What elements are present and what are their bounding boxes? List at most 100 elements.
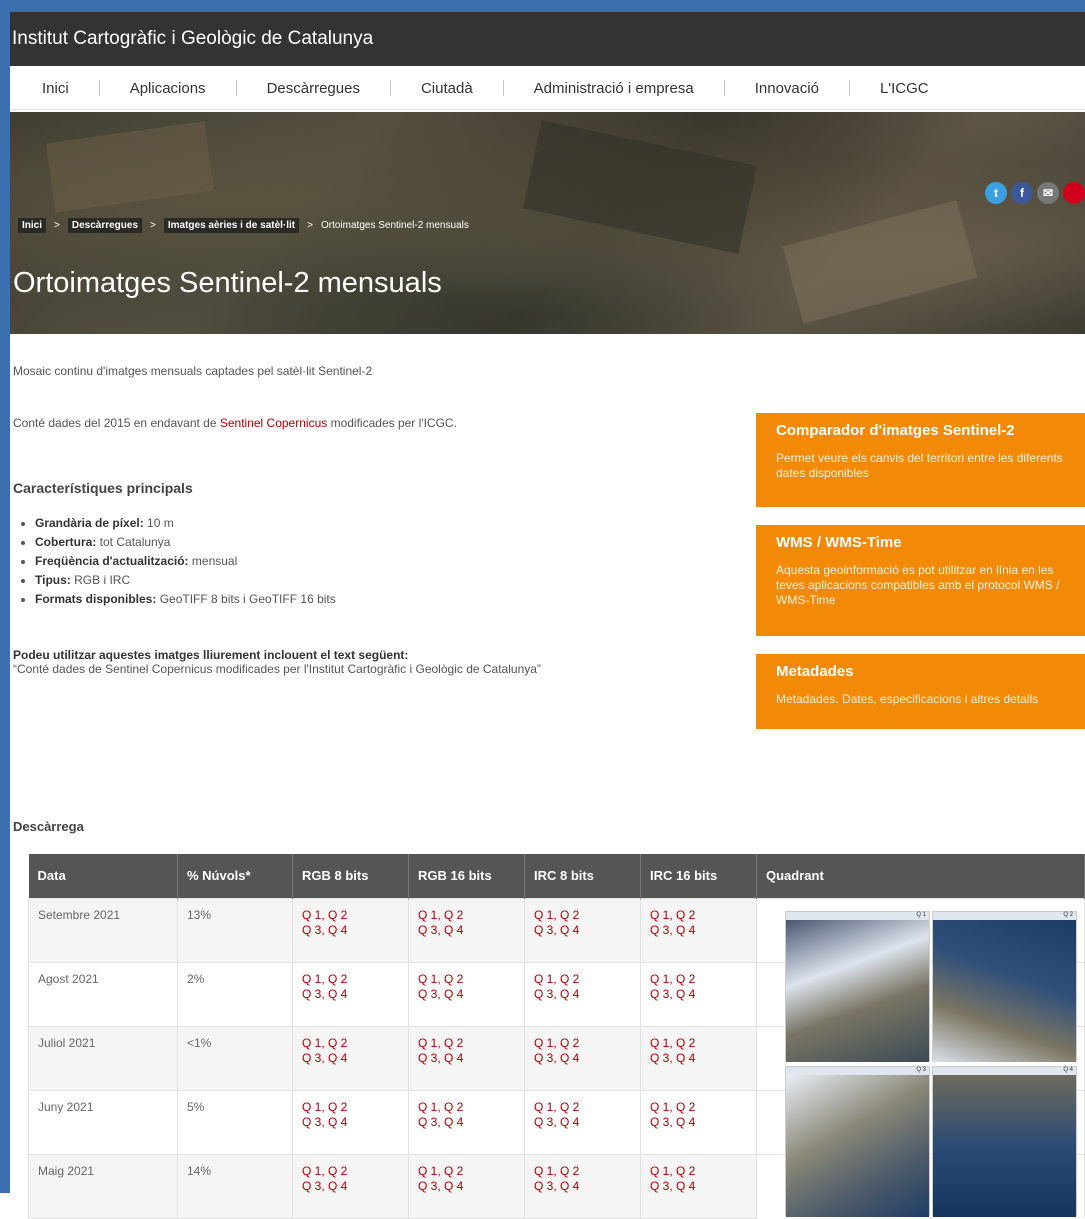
download-link[interactable]: Q 1, Q 2 xyxy=(650,908,747,923)
source-text-post: modificades per l'ICGC. xyxy=(327,416,457,430)
download-link[interactable]: Q 3, Q 4 xyxy=(650,987,747,1002)
nav-item-icgc: L'ICGC xyxy=(849,80,959,97)
breadcrumb-downloads[interactable]: Descàrregues xyxy=(67,218,143,233)
row-date: Setembre 2021 xyxy=(28,897,178,963)
sentinel-copernicus-link[interactable]: Sentinel Copernicus xyxy=(220,416,327,430)
download-link[interactable]: Q 1, Q 2 xyxy=(302,1164,399,1179)
quadrant-label: Q 1 xyxy=(786,912,929,920)
source-text: Conté dades del 2015 en endavant de Sent… xyxy=(13,416,457,430)
download-link[interactable]: Q 3, Q 4 xyxy=(418,1115,515,1130)
download-link[interactable]: Q 1, Q 2 xyxy=(418,1100,515,1115)
breadcrumb: Inici > Descàrregues > Imatges aèries i … xyxy=(18,218,469,233)
card-title: Metadades xyxy=(776,663,854,680)
download-link[interactable]: Q 3, Q 4 xyxy=(302,987,399,1002)
page-title: Ortoimatges Sentinel-2 mensuals xyxy=(13,267,442,299)
row-date: Maig 2021 xyxy=(28,1153,178,1219)
mail-icon[interactable]: ✉ xyxy=(1037,182,1059,204)
download-link[interactable]: Q 3, Q 4 xyxy=(418,923,515,938)
download-cell: Q 1, Q 2Q 3, Q 4 xyxy=(640,961,757,1027)
download-link[interactable]: Q 1, Q 2 xyxy=(650,1100,747,1115)
nav-item-administracio: Administració i empresa xyxy=(503,80,724,97)
nav-link[interactable]: Inici xyxy=(12,80,99,97)
column-header: IRC 16 bits xyxy=(640,854,757,898)
download-link[interactable]: Q 3, Q 4 xyxy=(302,1115,399,1130)
download-link[interactable]: Q 1, Q 2 xyxy=(534,1164,631,1179)
quadrant-label: Q 4 xyxy=(933,1067,1076,1075)
download-link[interactable]: Q 3, Q 4 xyxy=(302,1179,399,1194)
download-link[interactable]: Q 3, Q 4 xyxy=(534,987,631,1002)
download-link[interactable]: Q 3, Q 4 xyxy=(650,923,747,938)
download-link[interactable]: Q 1, Q 2 xyxy=(302,1100,399,1115)
column-header: RGB 16 bits xyxy=(408,854,525,898)
download-link[interactable]: Q 1, Q 2 xyxy=(418,1164,515,1179)
quadrant-thumbnail: Q 4 xyxy=(932,1066,1077,1217)
column-header: % Núvols* xyxy=(177,854,293,898)
download-link[interactable]: Q 3, Q 4 xyxy=(650,1051,747,1066)
download-link[interactable]: Q 1, Q 2 xyxy=(534,972,631,987)
download-link[interactable]: Q 1, Q 2 xyxy=(534,1036,631,1051)
feature-item: Cobertura: tot Catalunya xyxy=(35,533,336,551)
nav-link[interactable]: L'ICGC xyxy=(850,80,959,97)
download-link[interactable]: Q 3, Q 4 xyxy=(418,1179,515,1194)
feature-value: RGB i IRC xyxy=(70,573,131,587)
download-link[interactable]: Q 3, Q 4 xyxy=(650,1179,747,1194)
site-header: Institut Cartogràfic i Geològic de Catal… xyxy=(10,12,1085,66)
feature-label: Freqüència d'actualització: xyxy=(35,554,189,568)
hero-texture xyxy=(523,120,757,254)
wms-card[interactable]: WMS / WMS-Time Aquesta geoinformació es … xyxy=(756,525,1085,636)
breadcrumb-home[interactable]: Inici xyxy=(18,218,47,233)
row-date: Juny 2021 xyxy=(28,1089,178,1155)
metadata-card[interactable]: Metadades Metadades. Dates, especificaci… xyxy=(756,654,1085,729)
nav-link[interactable]: Innovació xyxy=(725,80,849,97)
download-link[interactable]: Q 1, Q 2 xyxy=(302,972,399,987)
share-icon[interactable] xyxy=(1063,182,1085,204)
breadcrumb-images[interactable]: Imatges aèries i de satèl·lit xyxy=(163,218,300,233)
download-link[interactable]: Q 1, Q 2 xyxy=(650,1036,747,1051)
download-link[interactable]: Q 3, Q 4 xyxy=(418,1051,515,1066)
card-title: Comparador d'imatges Sentinel-2 xyxy=(776,422,1015,439)
feature-item: Formats disponibles: GeoTIFF 8 bits i Ge… xyxy=(35,590,336,608)
usage-note: Podeu utilitzar aquestes imatges lliurem… xyxy=(13,648,541,676)
window-left-border xyxy=(0,0,10,1193)
download-link[interactable]: Q 3, Q 4 xyxy=(418,987,515,1002)
quadrant-thumbnail: Q 3 xyxy=(785,1066,930,1217)
download-link[interactable]: Q 1, Q 2 xyxy=(302,908,399,923)
feature-label: Cobertura: xyxy=(35,535,97,549)
quadrant-label: Q 2 xyxy=(933,912,1076,920)
download-link[interactable]: Q 1, Q 2 xyxy=(650,972,747,987)
comparator-card[interactable]: Comparador d'imatges Sentinel-2 Permet v… xyxy=(756,413,1085,507)
download-link[interactable]: Q 1, Q 2 xyxy=(418,972,515,987)
hero-texture xyxy=(782,200,978,324)
site-title[interactable]: Institut Cartogràfic i Geològic de Catal… xyxy=(12,28,373,50)
breadcrumb-separator: > xyxy=(54,220,60,231)
features-heading: Característiques principals xyxy=(13,480,193,496)
download-cell: Q 1, Q 2Q 3, Q 4 xyxy=(292,897,409,963)
nav-link[interactable]: Administració i empresa xyxy=(504,80,724,97)
nav-link[interactable]: Descàrregues xyxy=(237,80,390,97)
nav-link[interactable]: Ciutadà xyxy=(391,80,503,97)
card-description: Metadades. Dates, especificacions i altr… xyxy=(776,692,1039,706)
download-link[interactable]: Q 1, Q 2 xyxy=(534,908,631,923)
download-link[interactable]: Q 1, Q 2 xyxy=(418,908,515,923)
download-link[interactable]: Q 3, Q 4 xyxy=(302,1051,399,1066)
download-link[interactable]: Q 3, Q 4 xyxy=(534,923,631,938)
download-cell: Q 1, Q 2Q 3, Q 4 xyxy=(524,1089,641,1155)
download-cell: Q 1, Q 2Q 3, Q 4 xyxy=(640,1089,757,1155)
source-text-pre: Conté dades del 2015 en endavant de xyxy=(13,416,220,430)
download-link[interactable]: Q 1, Q 2 xyxy=(418,1036,515,1051)
download-link[interactable]: Q 3, Q 4 xyxy=(302,923,399,938)
download-link[interactable]: Q 3, Q 4 xyxy=(534,1051,631,1066)
download-cell: Q 1, Q 2Q 3, Q 4 xyxy=(408,1025,525,1091)
download-cell: Q 1, Q 2Q 3, Q 4 xyxy=(292,961,409,1027)
download-link[interactable]: Q 1, Q 2 xyxy=(534,1100,631,1115)
download-link[interactable]: Q 3, Q 4 xyxy=(534,1179,631,1194)
download-link[interactable]: Q 1, Q 2 xyxy=(650,1164,747,1179)
download-link[interactable]: Q 3, Q 4 xyxy=(650,1115,747,1130)
download-link[interactable]: Q 1, Q 2 xyxy=(302,1036,399,1051)
facebook-icon[interactable]: f xyxy=(1011,182,1033,204)
table-header-row: Data % Núvols* RGB 8 bits RGB 16 bits IR… xyxy=(28,854,1085,898)
twitter-icon[interactable]: t xyxy=(985,182,1007,204)
download-link[interactable]: Q 3, Q 4 xyxy=(534,1115,631,1130)
nav-link[interactable]: Aplicacions xyxy=(100,80,236,97)
feature-value: GeoTIFF 8 bits i GeoTIFF 16 bits xyxy=(156,592,336,606)
